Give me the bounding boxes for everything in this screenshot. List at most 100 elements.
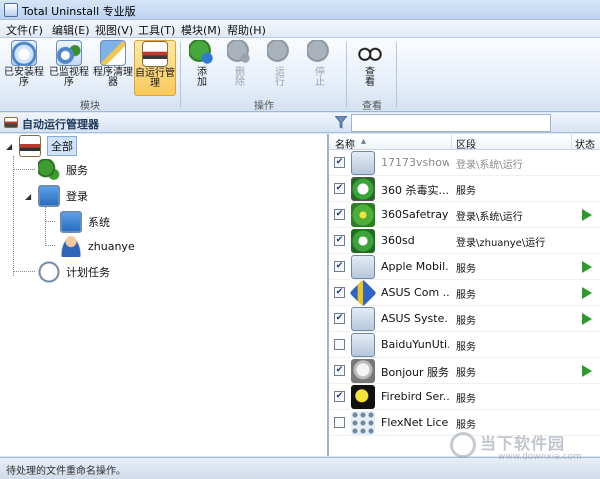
ribbon: 已安装程 序 已监视程 序 程序清理 器 自运行管 理 模块 添 加 删 除 运… [0, 38, 600, 112]
menu-file[interactable]: 文件(F) [6, 22, 43, 38]
table-row[interactable]: ✔ ASUS Syste... 服务 [329, 306, 600, 332]
tree-node-services[interactable]: 服务 [25, 159, 88, 181]
panel-header: 自动运行管理器 [0, 113, 600, 133]
row-section: 服务 [456, 316, 476, 327]
stop-icon [307, 40, 333, 66]
title-bar: Total Uninstall 专业版 [0, 0, 600, 20]
row-name: 17173vshow [381, 156, 449, 169]
bonjour-icon [351, 359, 375, 383]
add-button[interactable]: 添 加 [186, 40, 218, 96]
monitored-programs-button[interactable]: 已监视程 序 [48, 40, 90, 96]
tree-line [45, 206, 46, 246]
table-row[interactable]: ✔ 360Safetray 登录\系统\运行 [329, 202, 600, 228]
column-header-section[interactable]: 区段 [456, 136, 476, 151]
enable-checkbox[interactable]: ✔ [334, 183, 345, 194]
enable-checkbox[interactable]: ✔ [334, 209, 345, 220]
row-section: 服务 [456, 420, 476, 431]
tree-node-label: 服务 [66, 164, 88, 177]
collapse-icon[interactable]: ◢ [6, 142, 15, 151]
collapse-icon[interactable]: ◢ [25, 192, 34, 201]
view-button[interactable]: 查 看 [352, 40, 388, 96]
tree-node-label: zhuanye [88, 239, 135, 253]
enable-checkbox[interactable]: ✔ [334, 235, 345, 246]
tree-node-system[interactable]: 系统 [47, 211, 110, 233]
installed-programs-button[interactable]: 已安装程 序 [4, 40, 44, 96]
row-name: 360Safetray [381, 208, 449, 221]
generic-app-icon [351, 151, 375, 175]
ribbon-separator [180, 42, 181, 108]
gears-icon [38, 159, 60, 181]
table-row[interactable]: ✔ Bonjour 服务 服务 [329, 358, 600, 384]
column-header-status[interactable]: 状态 [575, 136, 595, 151]
menu-tools[interactable]: 工具(T) [138, 22, 175, 38]
delete-button[interactable]: 删 除 [224, 40, 256, 96]
tree-node-user[interactable]: zhuanye [47, 235, 135, 257]
column-divider[interactable] [451, 134, 452, 150]
enable-checkbox[interactable] [334, 339, 345, 350]
generic-app-icon [351, 307, 375, 331]
group-label-view: 查看 [362, 101, 382, 112]
view-label-2: 看 [365, 77, 375, 88]
row-section: 登录\系统\运行 [456, 212, 523, 223]
row-section: 服务 [456, 394, 476, 405]
user-icon [60, 235, 82, 257]
autorun-manager-icon [19, 135, 41, 157]
flexnet-icon [351, 411, 375, 435]
program-cleaner-label-2: 器 [108, 77, 118, 88]
running-play-icon [582, 287, 592, 299]
table-row[interactable]: ✔ ASUS Com ... 服务 [329, 279, 600, 307]
row-name: Apple Mobil... [381, 260, 449, 273]
enable-checkbox[interactable] [334, 417, 345, 428]
firebird-icon [351, 385, 375, 409]
run-button[interactable]: 运 行 [264, 40, 296, 96]
enable-checkbox[interactable]: ✔ [334, 261, 345, 272]
delete-label-2: 除 [235, 77, 245, 88]
autorun-manager-icon [4, 117, 18, 128]
running-play-icon [582, 313, 592, 325]
tree-node-label: 登录 [66, 190, 88, 203]
table-row[interactable]: ✔ 360sd 登录\zhuanye\运行 [329, 228, 600, 254]
menu-help[interactable]: 帮助(H) [227, 22, 266, 38]
row-name: BaiduYunUti... [381, 338, 449, 351]
autorun-manager-button[interactable]: 自运行管 理 [134, 40, 176, 96]
row-section: 服务 [456, 290, 476, 301]
column-divider[interactable] [571, 134, 572, 150]
menu-edit[interactable]: 编辑(E) [52, 22, 90, 38]
table-row[interactable]: ✔ 360 杀毒实... 服务 [329, 176, 600, 202]
enable-checkbox[interactable]: ✔ [334, 365, 345, 376]
column-header-name[interactable]: 名称 [335, 136, 355, 151]
enable-checkbox[interactable]: ✔ [334, 313, 345, 324]
filter-icon[interactable] [335, 116, 347, 129]
row-name: ASUS Syste... [381, 312, 449, 325]
autorun-manager-icon [142, 41, 168, 67]
menu-modules[interactable]: 模块(M) [181, 22, 221, 38]
table-row[interactable]: BaiduYunUti... 服务 [329, 332, 600, 358]
row-section: 服务 [456, 186, 476, 197]
glasses-icon [357, 40, 383, 66]
table-row[interactable]: ✔ 17173vshow 登录\系统\运行 [329, 150, 600, 176]
generic-app-icon [351, 333, 375, 357]
panel-title: 自动运行管理器 [22, 118, 99, 131]
row-name: Bonjour 服务 [381, 366, 449, 379]
menu-bar: 文件(F) 编辑(E) 视图(V) 工具(T) 模块(M) 帮助(H) [0, 20, 600, 38]
stop-button[interactable]: 停 止 [304, 40, 336, 96]
tree-node-login[interactable]: ◢ 登录 [25, 185, 88, 207]
enable-checkbox[interactable]: ✔ [334, 287, 345, 298]
enable-checkbox[interactable]: ✔ [334, 157, 345, 168]
table-row[interactable]: ✔ Apple Mobil... 服务 [329, 254, 600, 280]
asus-icon [349, 279, 377, 307]
tree-node-scheduled[interactable]: 计划任务 [25, 261, 110, 283]
filter-input[interactable] [351, 114, 551, 132]
enable-checkbox[interactable]: ✔ [334, 391, 345, 402]
program-cleaner-button[interactable]: 程序清理 器 [92, 40, 134, 96]
row-section: 服务 [456, 264, 476, 275]
menu-view[interactable]: 视图(V) [95, 22, 133, 38]
monitored-programs-label-2: 序 [64, 77, 74, 88]
table-row[interactable]: FlexNet Lice... 服务 [329, 410, 600, 436]
add-label-2: 加 [197, 77, 207, 88]
table-row[interactable]: ✔ Firebird Ser... 服务 [329, 384, 600, 410]
group-label-actions: 操作 [254, 101, 274, 112]
tree-node-all[interactable]: ◢ 全部 [6, 135, 77, 157]
row-name: ASUS Com ... [381, 286, 449, 299]
monitored-programs-icon [56, 40, 82, 66]
